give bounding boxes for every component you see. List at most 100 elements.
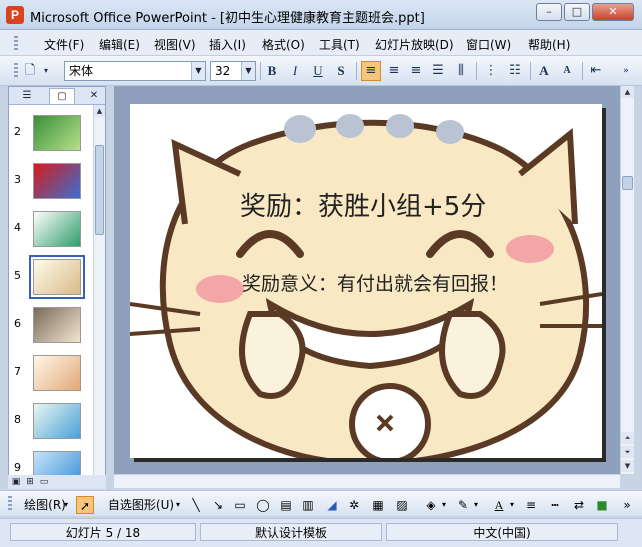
line-style-icon[interactable]: ≡ <box>522 496 540 514</box>
scroll-down-arrow[interactable]: ▼ <box>621 460 634 472</box>
slide-subtitle[interactable]: 奖励意义：有付出就会有回报！ <box>242 269 508 296</box>
chevron-down-icon[interactable]: ▼ <box>241 62 255 80</box>
close-button[interactable]: ✕ <box>592 3 634 21</box>
line-icon[interactable]: ╲ <box>188 496 204 514</box>
thumbnail-preview[interactable] <box>29 255 85 299</box>
vertical-textbox-icon[interactable]: ▥ <box>300 496 316 514</box>
line-color-icon[interactable]: ✎ <box>454 496 472 514</box>
scroll-up-arrow[interactable]: ▲ <box>621 86 634 98</box>
menu-window[interactable]: 窗口(W) <box>466 36 511 53</box>
thumbnail-preview[interactable] <box>33 307 81 343</box>
bullets-icon[interactable]: ☷ <box>505 61 525 81</box>
menu-slideshow[interactable]: 幻灯片放映(D) <box>375 36 454 53</box>
outline-tab[interactable]: ☰ <box>15 88 39 104</box>
arrow-icon[interactable]: ↘ <box>210 496 226 514</box>
fill-color-icon[interactable]: ◈ <box>422 496 440 514</box>
slide-title[interactable]: 奖励：获胜小组+5分 <box>240 186 486 223</box>
underline-button[interactable]: U <box>308 61 328 81</box>
bold-button[interactable]: B <box>262 61 282 81</box>
window-title: Microsoft Office PowerPoint - [初中生心理健康教育… <box>30 11 425 26</box>
thumbnail-number: 2 <box>14 125 21 138</box>
font-color-chevron-icon[interactable]: ▾ <box>508 496 516 514</box>
font-color-icon[interactable]: A <box>490 496 508 514</box>
previous-slide-icon[interactable]: ⏶ <box>621 432 634 444</box>
menu-edit[interactable]: 编辑(E) <box>99 36 140 53</box>
align-right-button[interactable]: ≡ <box>406 61 426 81</box>
drawing-toolbar: 绘图(R) ▾ ➚ 自选图形(U) ▾ ╲ ↘ ▭ ◯ ▤ ▥ ◢ ✲ ▦ ▨ … <box>0 490 642 516</box>
menu-insert[interactable]: 插入(I) <box>209 36 246 53</box>
align-center-button[interactable]: ≡ <box>384 61 404 81</box>
font-size-select[interactable]: 32 ▼ <box>210 61 256 81</box>
dash-style-icon[interactable]: ┅ <box>546 496 564 514</box>
autoshapes-button[interactable]: 自选图形(U) <box>104 496 178 514</box>
shadow-button[interactable]: S <box>331 61 351 81</box>
font-name-select[interactable]: 宋体 ▼ <box>64 61 206 81</box>
toolbar-grip[interactable] <box>14 63 18 79</box>
picture-icon[interactable]: ▨ <box>394 496 410 514</box>
autoshapes-chevron-icon[interactable]: ▾ <box>174 496 182 514</box>
diagram-icon[interactable]: ✲ <box>346 496 362 514</box>
current-slide[interactable]: 奖励：获胜小组+5分 奖励意义：有付出就会有回报！ <box>130 104 602 458</box>
select-objects-icon[interactable]: ➚ <box>76 496 94 514</box>
draw-menu-chevron-icon[interactable]: ▾ <box>62 496 70 514</box>
thumbnail-number: 9 <box>14 461 21 474</box>
slide-sorter-icon[interactable]: ⊞ <box>24 476 36 488</box>
new-document-icon[interactable]: 🗋 <box>20 61 40 81</box>
close-panel-icon[interactable]: ✕ <box>87 88 101 104</box>
slide-thumbnail[interactable]: 8 <box>9 403 93 449</box>
panel-tabs: ☰ ▢ ✕ <box>9 87 105 105</box>
toolbar-options-icon[interactable]: ▾ <box>40 61 52 81</box>
slide-vertical-scrollbar[interactable]: ▲ ⏶ ⏷ ▼ <box>620 86 634 474</box>
scroll-thumb[interactable] <box>95 145 104 235</box>
slide-thumbnail[interactable]: 6 <box>9 307 93 353</box>
minimize-button[interactable]: – <box>536 3 562 21</box>
menu-tools[interactable]: 工具(T) <box>319 36 360 53</box>
align-justify-button[interactable]: ☰ <box>428 61 448 81</box>
normal-view-icon[interactable]: ▣ <box>10 476 22 488</box>
thumbnail-preview[interactable] <box>33 115 81 151</box>
drawbar-grip[interactable] <box>8 496 12 512</box>
chevron-down-icon[interactable]: ▼ <box>191 62 205 80</box>
thumbnail-preview[interactable] <box>33 163 81 199</box>
slide-thumbnail[interactable]: 2 <box>9 115 93 161</box>
slide-thumbnail[interactable]: 5 <box>9 255 93 305</box>
italic-button[interactable]: I <box>285 61 305 81</box>
textbox-icon[interactable]: ▤ <box>278 496 294 514</box>
thumbnail-preview[interactable] <box>33 211 81 247</box>
slide-thumbnail[interactable]: 3 <box>9 163 93 209</box>
distribute-button[interactable]: ⫼ <box>451 61 471 81</box>
thumbnail-preview[interactable] <box>33 355 81 391</box>
maximize-button[interactable]: □ <box>564 3 590 21</box>
numbering-icon[interactable]: ⋮ <box>481 61 501 81</box>
menu-file[interactable]: 文件(F) <box>44 36 84 53</box>
clipart-icon[interactable]: ▦ <box>370 496 386 514</box>
increase-font-button[interactable]: A <box>534 61 554 81</box>
decrease-indent-icon[interactable]: ⇤ <box>586 61 606 81</box>
powerpoint-app-icon[interactable]: P <box>6 6 24 24</box>
scroll-up-arrow[interactable]: ▲ <box>94 105 105 117</box>
wordart-icon[interactable]: ◢ <box>324 496 340 514</box>
next-slide-icon[interactable]: ⏷ <box>621 446 634 458</box>
decrease-font-button[interactable]: A <box>557 61 577 81</box>
slide-thumbnail[interactable]: 4 <box>9 211 93 257</box>
slides-tab[interactable]: ▢ <box>49 88 75 104</box>
slideshow-view-icon[interactable]: ▭ <box>38 476 50 488</box>
toolbar-overflow-icon[interactable]: » <box>620 61 632 81</box>
shadow-style-icon[interactable]: ■ <box>594 496 610 514</box>
rectangle-icon[interactable]: ▭ <box>232 496 248 514</box>
scroll-thumb[interactable] <box>622 176 633 190</box>
fill-color-chevron-icon[interactable]: ▾ <box>440 496 448 514</box>
slide-thumbnail[interactable]: 7 <box>9 355 93 401</box>
align-left-button[interactable]: ≡ <box>361 61 381 81</box>
oval-icon[interactable]: ◯ <box>254 496 272 514</box>
menubar-grip[interactable] <box>14 36 18 50</box>
drawbar-overflow-icon[interactable]: » <box>622 496 632 514</box>
menu-format[interactable]: 格式(O) <box>262 36 305 53</box>
menu-help[interactable]: 帮助(H) <box>528 36 570 53</box>
arrow-style-icon[interactable]: ⇄ <box>570 496 588 514</box>
menu-view[interactable]: 视图(V) <box>154 36 196 53</box>
thumbnail-preview[interactable] <box>33 403 81 439</box>
thumbnail-scrollbar[interactable]: ▲ ▼ <box>93 105 105 487</box>
slide-horizontal-scrollbar[interactable] <box>114 474 620 488</box>
line-color-chevron-icon[interactable]: ▾ <box>472 496 480 514</box>
